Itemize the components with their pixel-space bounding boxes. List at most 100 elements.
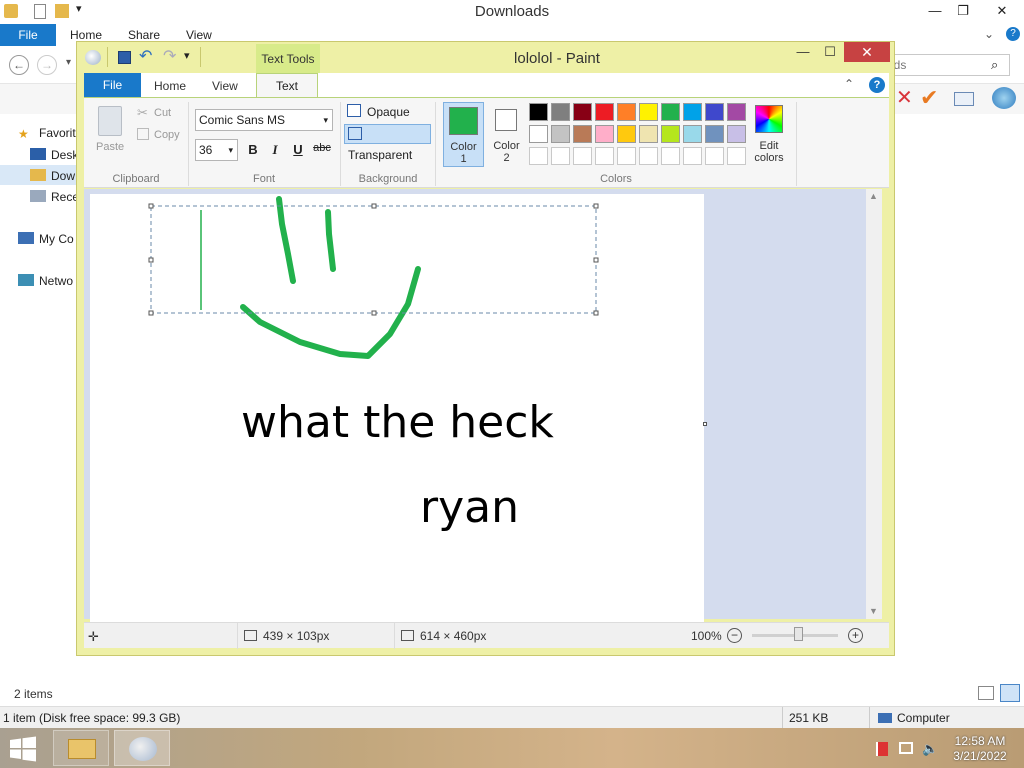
zoom-slider-thumb[interactable] [794,627,803,641]
paint-home-tab[interactable]: Home [154,79,186,93]
zoom-out-icon[interactable]: − [727,628,742,643]
palette-swatch[interactable] [683,103,702,121]
scroll-down-icon[interactable]: ▼ [869,606,878,616]
explorer-close-button[interactable]: ✕ [985,0,1019,22]
resize-handle[interactable] [148,310,154,316]
paste-icon[interactable] [98,106,122,136]
palette-swatch[interactable] [661,147,680,165]
large-icons-view-icon[interactable] [1000,684,1020,702]
palette-swatch[interactable] [661,125,680,143]
palette-swatch[interactable] [727,147,746,165]
palette-swatch[interactable] [705,125,724,143]
transparent-option[interactable]: Transparent [344,124,431,162]
palette-swatch[interactable] [639,147,658,165]
palette-swatch[interactable] [661,103,680,121]
volume-muted-icon[interactable]: 🔈 [922,741,938,757]
expand-ribbon-icon[interactable]: ⌄ [984,27,994,41]
font-size-select[interactable]: 36 ▾ [195,139,238,161]
palette-swatch[interactable] [595,147,614,165]
taskbar-clock[interactable]: 12:58 AM 3/21/2022 [940,734,1020,764]
strikethrough-button[interactable]: abc [311,142,333,158]
taskbar-explorer-button[interactable] [53,730,109,766]
explorer-minimize-button[interactable]: — [922,0,948,22]
explorer-share-tab[interactable]: Share [128,28,160,42]
palette-swatch[interactable] [639,125,658,143]
resize-handle[interactable] [371,203,377,209]
vertical-scrollbar[interactable]: ▲ ▼ [866,189,882,619]
palette-swatch[interactable] [573,125,592,143]
text-selection-box[interactable] [150,205,597,314]
paint-minimize-button[interactable]: — [789,42,817,62]
selection-handles[interactable] [148,203,599,316]
color1-button[interactable]: Color 1 [443,102,484,167]
palette-swatch[interactable] [551,125,570,143]
palette-swatch[interactable] [595,125,614,143]
explorer-maximize-button[interactable]: ❐ [950,0,976,22]
palette-swatch[interactable] [683,125,702,143]
forward-arrow-icon[interactable]: → [37,55,57,75]
action-center-flag-icon[interactable] [876,742,888,756]
zoom-in-icon[interactable]: + [848,628,863,643]
bold-button[interactable]: B [244,142,262,158]
taskbar-paint-button[interactable] [114,730,170,766]
explorer-help-icon[interactable]: ? [1006,27,1020,41]
explorer-file-tab[interactable]: File [0,24,56,46]
network-tray-icon[interactable] [899,742,913,754]
details-view-icon[interactable] [978,686,994,700]
sidebar-item-recent-places[interactable]: Rece [30,190,79,204]
font-family-select[interactable]: Comic Sans MS ▾ [195,109,333,131]
palette-swatch[interactable] [727,103,746,121]
resize-handle[interactable] [148,257,154,263]
underline-button[interactable]: U [289,142,307,158]
palette-swatch[interactable] [705,147,724,165]
paint-help-icon[interactable]: ? [869,77,885,93]
sidebar-item-downloads[interactable]: Dow [30,169,75,183]
cut-button[interactable]: Cut [154,107,171,119]
paste-button[interactable]: Paste [96,141,124,153]
start-button[interactable] [9,736,37,762]
palette-swatch[interactable] [595,103,614,121]
palette-swatch[interactable] [529,125,548,143]
resize-handle[interactable] [593,310,599,316]
paint-close-button[interactable]: ✕ [844,42,890,62]
back-arrow-icon[interactable]: ← [9,55,29,75]
resize-handle[interactable] [371,310,377,316]
sidebar-item-my-computer[interactable]: My Co [18,232,74,246]
palette-swatch[interactable] [727,125,746,143]
rename-icon[interactable] [954,92,974,106]
sidebar-item-network[interactable]: Netwo [18,274,73,288]
minimize-ribbon-icon[interactable]: ⌃ [844,77,854,91]
scroll-up-icon[interactable]: ▲ [869,191,878,201]
palette-swatch[interactable] [617,125,636,143]
sidebar-item-favorites[interactable]: ★ Favorit [18,126,76,141]
palette-swatch[interactable] [705,103,724,121]
palette-swatch[interactable] [573,147,592,165]
opaque-option[interactable]: Opaque [344,102,410,122]
palette-swatch[interactable] [529,103,548,121]
palette-swatch[interactable] [573,103,592,121]
copy-button[interactable]: Copy [154,129,180,141]
palette-swatch[interactable] [529,147,548,165]
explorer-view-tab[interactable]: View [186,28,212,42]
resize-handle[interactable] [593,257,599,263]
palette-swatch[interactable] [683,147,702,165]
recent-locations-icon[interactable]: ▾ [66,57,71,68]
paint-text-tab[interactable]: Text [256,73,318,97]
globe-icon[interactable] [992,87,1016,109]
italic-button[interactable]: I [266,142,284,158]
palette-swatch[interactable] [639,103,658,121]
explorer-home-tab[interactable]: Home [70,28,102,42]
color2-button[interactable]: Color 2 [486,102,527,167]
paint-view-tab[interactable]: View [212,79,238,93]
palette-swatch[interactable] [551,103,570,121]
palette-swatch[interactable] [551,147,570,165]
paint-file-tab[interactable]: File [84,73,141,97]
edit-colors-button[interactable]: Edit colors [750,102,790,170]
paint-maximize-button[interactable]: ☐ [816,42,844,62]
resize-handle[interactable] [593,203,599,209]
palette-swatch[interactable] [617,103,636,121]
sidebar-item-desktop[interactable]: Desk [30,148,78,162]
resize-handle[interactable] [148,203,154,209]
canvas-resize-handle[interactable] [703,422,707,426]
checkmark-icon[interactable]: ✔ [920,87,938,109]
